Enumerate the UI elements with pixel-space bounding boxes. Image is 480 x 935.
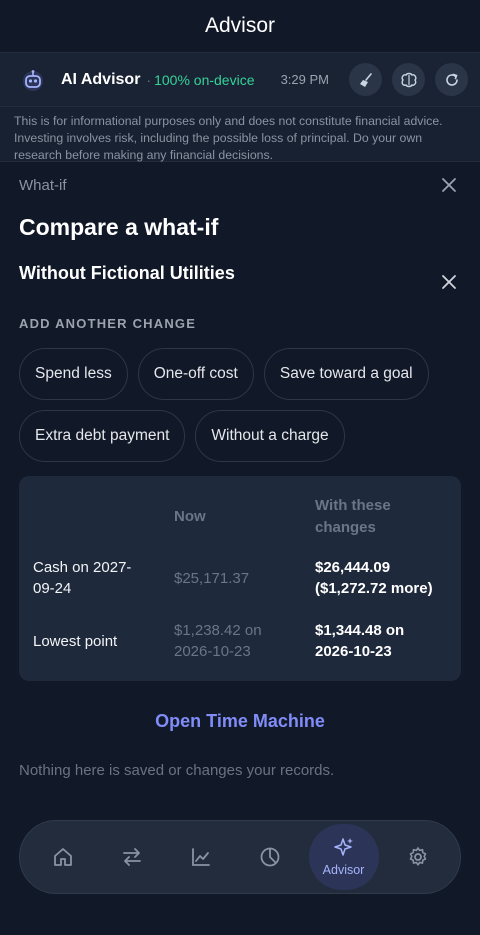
close-icon <box>442 275 456 289</box>
add-change-label: ADD ANOTHER CHANGE <box>19 316 197 331</box>
footnote-text: Nothing here is saved or changes your re… <box>19 762 335 779</box>
brain-icon <box>401 72 416 87</box>
broom-icon <box>359 72 372 87</box>
tab-settings[interactable] <box>388 827 448 887</box>
refresh-icon <box>445 73 458 86</box>
settings-gear-icon <box>409 847 426 866</box>
transfers-icon <box>122 848 141 866</box>
tab-budget[interactable] <box>240 827 300 887</box>
remove-change-button[interactable] <box>438 271 460 293</box>
row-new-cash: $26,444.09 ($1,272.72 more) <box>315 559 433 597</box>
tab-advisor[interactable]: Advisor <box>308 824 379 890</box>
clear-chat-button[interactable] <box>349 63 382 96</box>
current-change-title: Without Fictional Utilities <box>19 262 235 283</box>
column-header-now: Now <box>174 508 206 525</box>
memory-button[interactable] <box>392 63 425 96</box>
advisor-bar: AI Advisor · 100% on-device 3:29 PM <box>0 52 480 106</box>
chip-spend-less[interactable]: Spend less <box>19 348 128 400</box>
column-header-new: With these changes <box>315 497 391 536</box>
advisor-status-text: 100% on-device <box>154 71 255 88</box>
home-icon <box>53 848 72 866</box>
advisor-name: AI Advisor <box>61 70 141 88</box>
advisor-status: · 100% on-device <box>146 72 254 88</box>
status-separator: · <box>146 71 152 88</box>
row-label-cash: Cash on 2027-09-24 <box>33 559 132 597</box>
open-time-machine-link[interactable]: Open Time Machine <box>0 711 480 735</box>
close-icon <box>442 178 456 192</box>
row-label-lowest: Lowest point <box>33 633 118 650</box>
page-title: Advisor <box>0 0 480 52</box>
tab-transfers[interactable] <box>102 827 162 887</box>
current-change-row: Without Fictional Utilities <box>0 254 480 310</box>
budget-pie-icon <box>260 847 279 867</box>
chip-save-toward-goal[interactable]: Save toward a goal <box>263 348 429 400</box>
advisor-sparkle-icon <box>333 838 353 856</box>
sheet-title: Compare a what-if <box>19 214 219 240</box>
trends-icon <box>191 848 210 866</box>
tab-home[interactable] <box>33 827 93 887</box>
sheet-label: What-if <box>19 176 67 194</box>
tab-trends[interactable] <box>171 827 231 887</box>
row-new-lowest: $1,344.48 on 2026-10-23 <box>315 622 405 660</box>
row-now-lowest: $1,238.42 on 2026-10-23 <box>174 622 262 660</box>
advisor-time: 3:29 PM <box>280 72 329 87</box>
comparison-table: Now With these changes Cash on 2027-09-2… <box>19 476 461 681</box>
chip-one-off-cost[interactable]: One-off cost <box>137 348 254 400</box>
sheet-header: What-if <box>0 162 480 208</box>
close-sheet-button[interactable] <box>438 174 460 196</box>
refresh-button[interactable] <box>435 63 468 96</box>
chip-without-charge[interactable]: Without a charge <box>195 410 345 462</box>
chip-extra-debt-payment[interactable]: Extra debt payment <box>19 410 186 462</box>
robot-icon <box>18 65 48 95</box>
bottom-tab-bar: Advisor <box>19 820 461 894</box>
change-chips: Spend less One-off cost Save toward a go… <box>0 348 480 462</box>
row-now-cash: $25,171.37 <box>174 570 250 587</box>
tab-advisor-label: Advisor <box>322 863 365 877</box>
disclaimer-text: This is for informational purposes only … <box>0 106 480 162</box>
